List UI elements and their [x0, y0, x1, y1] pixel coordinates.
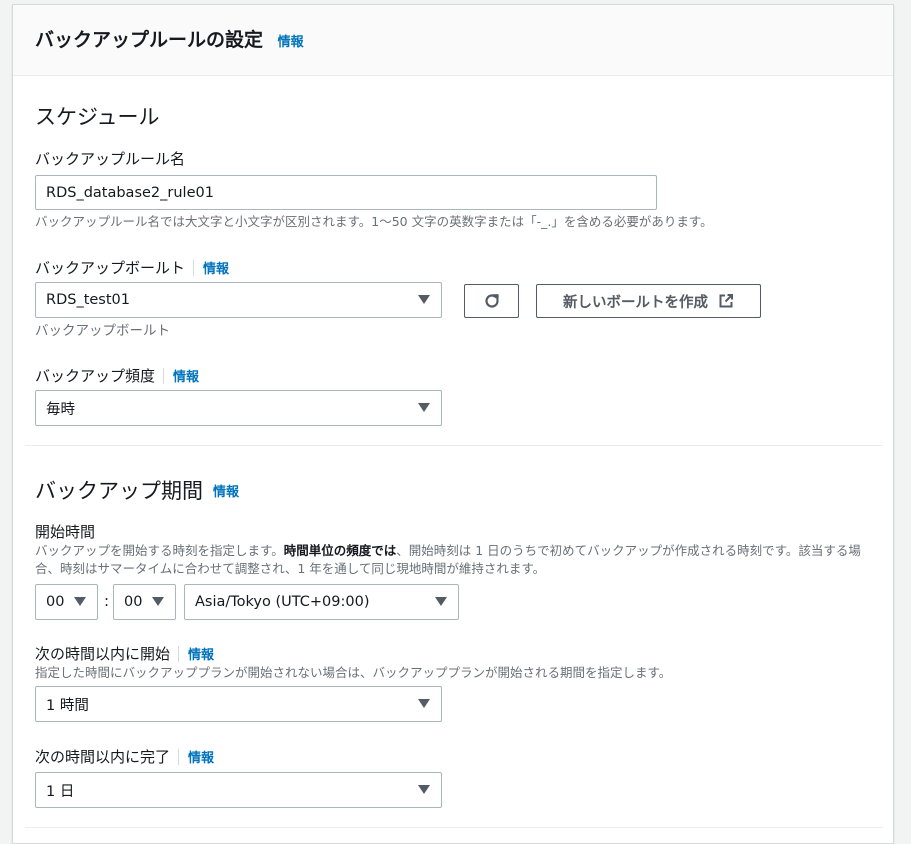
- start-minute-select[interactable]: 00: [113, 584, 176, 620]
- page-title: バックアップルールの設定: [35, 29, 264, 51]
- info-divider: [178, 645, 180, 662]
- complete-within-info-link[interactable]: 情報: [188, 747, 214, 766]
- start-time-label: 開始時間: [35, 523, 96, 541]
- start-time-description: バックアップを開始する時刻を指定します。時間単位の頻度では、開始時刻は 1 日の…: [35, 542, 875, 578]
- panel-header: バックアップルールの設定 情報: [13, 5, 893, 76]
- create-vault-button-label: 新しいボールトを作成: [563, 294, 708, 311]
- rule-name-input[interactable]: [35, 175, 657, 210]
- start-time-description-bold: 時間単位の頻度では: [283, 543, 397, 558]
- caret-down-icon: [418, 403, 430, 412]
- start-within-select[interactable]: 1 時間: [35, 686, 442, 722]
- caret-down-icon: [418, 699, 430, 708]
- start-minute-value: 00: [124, 594, 143, 610]
- window-section-header: バックアップ期間 情報: [35, 475, 239, 505]
- start-within-value: 1 時間: [46, 697, 89, 714]
- complete-within-select[interactable]: 1 日: [35, 772, 442, 808]
- start-within-info-link[interactable]: 情報: [188, 644, 214, 663]
- vault-label-text: バックアップボールト: [35, 259, 186, 277]
- frequency-select[interactable]: 毎時: [35, 390, 442, 426]
- start-within-description: 指定した時間にバックアッププランが開始されない場合は、バックアッププランが開始さ…: [35, 665, 672, 680]
- vault-description: バックアップボールト: [35, 323, 170, 339]
- window-info-link[interactable]: 情報: [213, 481, 239, 500]
- caret-down-icon: [152, 597, 164, 606]
- start-time-description-prefix: バックアップを開始する時刻を指定します。: [35, 543, 284, 558]
- caret-down-icon: [74, 597, 86, 606]
- header-info-link[interactable]: 情報: [278, 35, 304, 50]
- caret-down-icon: [418, 785, 430, 794]
- caret-down-icon: [435, 597, 447, 606]
- start-hour-value: 00: [46, 594, 65, 610]
- complete-within-label-text: 次の時間以内に完了: [35, 748, 171, 766]
- rule-name-label: バックアップルール名: [35, 150, 186, 168]
- section-divider: [25, 445, 883, 446]
- schedule-section-title: スケジュール: [35, 105, 160, 129]
- backup-rule-panel: バックアップルールの設定 情報 スケジュール バックアップルール名 バックアップ…: [12, 4, 894, 844]
- start-within-label: 次の時間以内に開始 情報: [35, 643, 214, 664]
- external-link-icon: [719, 294, 733, 308]
- timezone-select[interactable]: Asia/Tokyo (UTC+09:00): [184, 584, 459, 620]
- timezone-value: Asia/Tokyo (UTC+09:00): [195, 594, 370, 610]
- frequency-label: バックアップ頻度 情報: [35, 365, 199, 386]
- window-section-title: バックアップ期間: [35, 479, 203, 503]
- frequency-info-link[interactable]: 情報: [173, 366, 199, 385]
- info-divider: [178, 748, 180, 765]
- vault-info-link[interactable]: 情報: [203, 258, 229, 277]
- refresh-icon: [484, 294, 499, 308]
- start-within-label-text: 次の時間以内に開始: [35, 645, 171, 663]
- section-divider-bottom: [25, 827, 883, 828]
- frequency-label-text: バックアップ頻度: [35, 367, 156, 385]
- info-divider: [193, 259, 195, 276]
- rule-name-description: バックアップルール名では大文字と小文字が区別されます。1〜50 文字の英数字また…: [35, 214, 713, 229]
- vault-select[interactable]: RDS_test01: [35, 282, 442, 318]
- start-hour-select[interactable]: 00: [35, 584, 98, 620]
- time-separator: :: [104, 592, 110, 610]
- caret-down-icon: [418, 295, 430, 304]
- complete-within-value: 1 日: [46, 783, 75, 800]
- create-vault-button[interactable]: 新しいボールトを作成: [536, 284, 761, 318]
- frequency-select-value: 毎時: [46, 401, 75, 418]
- vault-label: バックアップボールト 情報: [35, 257, 229, 278]
- info-divider: [163, 367, 165, 384]
- complete-within-label: 次の時間以内に完了 情報: [35, 746, 214, 767]
- refresh-button[interactable]: [464, 284, 519, 318]
- panel-title: バックアップルールの設定 情報: [35, 25, 304, 52]
- vault-select-value: RDS_test01: [46, 292, 130, 308]
